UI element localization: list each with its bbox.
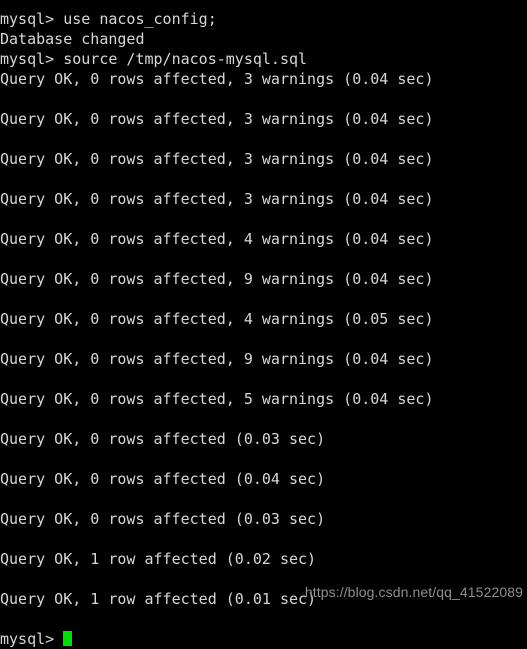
terminal-line-result-5: Query OK, 0 rows affected, 4 warnings (0… xyxy=(0,230,434,248)
terminal-prompt-line[interactable]: mysql> xyxy=(0,629,527,649)
terminal-line-result-2: Query OK, 0 rows affected, 3 warnings (0… xyxy=(0,110,434,128)
terminal-line-result-10: Query OK, 0 rows affected (0.03 sec) xyxy=(0,430,326,448)
terminal-line-result-9: Query OK, 0 rows affected, 5 warnings (0… xyxy=(0,390,434,408)
text-cursor xyxy=(63,631,73,646)
watermark-url: https://blog.csdn.net/qq_41522089 xyxy=(304,584,523,600)
terminal-output: mysql> use nacos_config; Database changed… xyxy=(0,9,527,649)
terminal-line-result-1: Query OK, 0 rows affected, 3 warnings (0… xyxy=(0,70,434,88)
terminal-line-database-changed: Database changed xyxy=(0,30,145,48)
terminal-line-list: mysql> use nacos_config; Database changed… xyxy=(0,9,527,629)
terminal-line-cmd-use-database: mysql> use nacos_config; xyxy=(0,10,217,28)
prompt-label: mysql> xyxy=(0,630,64,648)
terminal-line-result-4: Query OK, 0 rows affected, 3 warnings (0… xyxy=(0,190,434,208)
terminal-line-result-8: Query OK, 0 rows affected, 9 warnings (0… xyxy=(0,350,434,368)
terminal-line-result-6: Query OK, 0 rows affected, 9 warnings (0… xyxy=(0,270,434,288)
terminal-line-result-7: Query OK, 0 rows affected, 4 warnings (0… xyxy=(0,310,434,328)
terminal-line-result-3: Query OK, 0 rows affected, 3 warnings (0… xyxy=(0,150,434,168)
terminal-line-result-12: Query OK, 0 rows affected (0.03 sec) xyxy=(0,510,326,528)
terminal-line-result-11: Query OK, 0 rows affected (0.04 sec) xyxy=(0,470,326,488)
terminal-line-cmd-source-sql: mysql> source /tmp/nacos-mysql.sql xyxy=(0,50,308,68)
terminal-line-result-13: Query OK, 1 row affected (0.02 sec) xyxy=(0,550,317,568)
terminal-window[interactable]: mysql> use nacos_config; Database changed… xyxy=(0,0,527,648)
